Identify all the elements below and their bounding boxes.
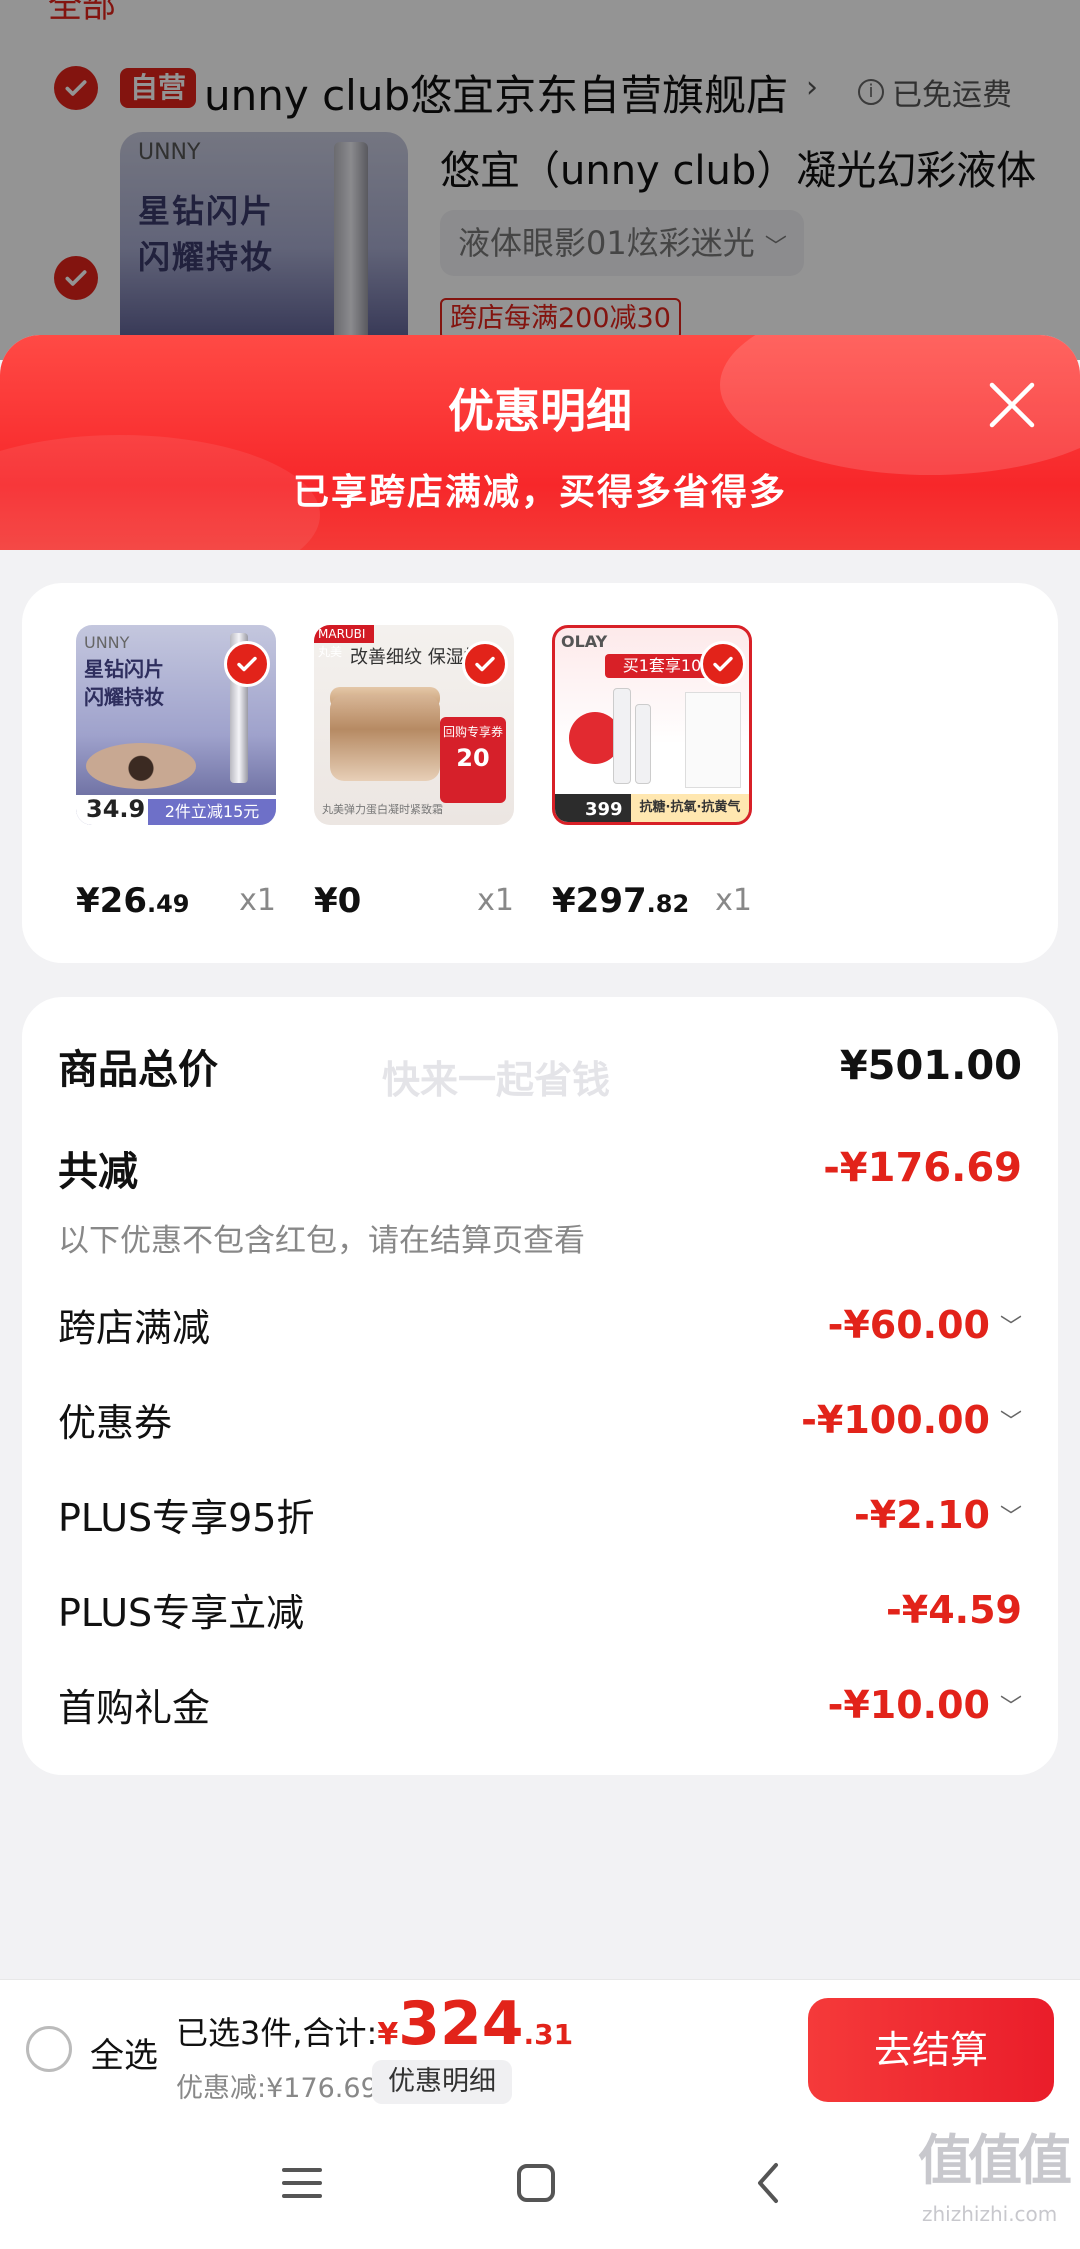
discount-detail-button[interactable]: 优惠明细 <box>372 2060 512 2104</box>
total-price-value: ¥501.00 <box>839 1043 1022 1089</box>
discount-amount: -¥4.59 <box>886 1587 1022 1632</box>
item-quantity: x1 <box>477 883 514 918</box>
image-brand: UNNY <box>84 633 130 652</box>
price-integer: ¥297 <box>552 881 647 921</box>
menu-icon[interactable] <box>272 2153 332 2213</box>
image-price: 34.9 <box>86 795 146 823</box>
price-decimal: .82 <box>646 890 690 918</box>
box-graphic <box>685 692 741 788</box>
watermark-logo-text: 值值值 <box>918 2129 1072 2192</box>
product-item[interactable]: MARUBI 丸美 改善细纹 保湿抗 回购专享券 20 丸美弹力蛋白凝时紧致霜 ¥… <box>314 625 514 925</box>
sheet-subtitle: 已享跨店满减，买得多省得多 <box>292 472 787 513</box>
total-price-label: 商品总价 <box>58 1047 218 1093</box>
order-total: 已选3件,合计: ¥ 324 .31 <box>176 1994 573 2054</box>
item-selected-badge <box>462 641 508 687</box>
image-brand: MARUBI 丸美 <box>314 625 374 659</box>
sheet-header: 优惠明细 已享跨店满减，买得多省得多 <box>0 335 1080 550</box>
item-quantity: x1 <box>715 883 752 918</box>
discount-value: -¥2.10 ﹀ <box>854 1493 1022 1537</box>
discount-row-coupon[interactable]: 优惠券 -¥100.00 ﹀ <box>58 1392 1022 1447</box>
selected-products-card: UNNY 星钻闪片 闪耀持妆 34.9 2件立减15元 ¥26.49 x1 MA… <box>22 583 1058 963</box>
watermark-logo: 值值值 zhizhizhi.com <box>908 2090 1072 2249</box>
jar-graphic <box>330 695 440 781</box>
total-price-row: 商品总价 ¥501.00 <box>58 1037 1022 1095</box>
item-selected-badge <box>224 641 270 687</box>
chevron-down-icon[interactable]: ﹀ <box>1000 1499 1022 1531</box>
total-reduction-label: 共减 <box>58 1149 138 1195</box>
discount-row-plus-instant: PLUS专享立减 -¥4.59 <box>58 1582 1022 1637</box>
discount-value: -¥60.00 ﹀ <box>828 1303 1022 1347</box>
check-icon <box>713 656 733 672</box>
discount-label: 首购礼金 <box>58 1686 211 1730</box>
discount-label: 跨店满减 <box>58 1306 211 1350</box>
discount-label: PLUS专享立减 <box>58 1591 305 1635</box>
discount-amount: -¥100.00 <box>801 1397 990 1442</box>
price-integer: ¥26 <box>76 881 147 921</box>
image-footer: 丸美弹力蛋白凝时紧致霜 <box>322 803 443 816</box>
chevron-down-icon[interactable]: ﹀ <box>1000 1689 1022 1721</box>
coupon-graphic: 回购专享券 20 <box>440 717 506 803</box>
item-price: ¥297.82 <box>552 881 689 921</box>
discount-value: -¥10.00 ﹀ <box>828 1683 1022 1727</box>
image-text: 闪耀持妆 <box>84 685 164 709</box>
item-quantity: x1 <box>239 883 276 918</box>
total-integer: 324 <box>398 1989 524 2059</box>
product-item[interactable]: OLAY 买1套享10件 399 抗糖·抗氧·抗黄气 ¥297.82 x1 <box>552 625 752 925</box>
total-reduction-row: 共减 -¥176.69 <box>58 1139 1022 1197</box>
image-brand: OLAY <box>561 632 608 651</box>
discount-value: -¥4.59 <box>886 1588 1022 1632</box>
item-selected-badge <box>700 641 746 687</box>
product-item[interactable]: UNNY 星钻闪片 闪耀持妆 34.9 2件立减15元 ¥26.49 x1 <box>76 625 276 925</box>
bottle-graphic <box>613 688 631 784</box>
coupon-amount: 20 <box>456 744 490 772</box>
discount-amount: -¥10.00 <box>827 1682 990 1727</box>
selected-count-text: 已选3件,合计: <box>176 2014 378 2052</box>
item-price: ¥0 <box>314 881 361 921</box>
select-all-label[interactable]: 全选 <box>90 2028 158 2077</box>
discount-value: -¥100.00 ﹀ <box>801 1398 1022 1442</box>
home-square-icon[interactable] <box>506 2153 566 2213</box>
total-currency: ¥ <box>377 2017 399 2052</box>
check-icon <box>237 656 257 672</box>
cart-background: 全部 自营 unny club悠宜京东自营旗舰店 › i 已免运费 UNNY 星… <box>0 0 1080 360</box>
discount-detail-sheet: 优惠明细 已享跨店满减，买得多省得多 UNNY 星钻闪片 闪耀持妆 34.9 2… <box>0 335 1080 1979</box>
total-decimal: .31 <box>523 2018 574 2051</box>
modal-overlay[interactable] <box>0 0 1080 360</box>
sheet-title: 优惠明细 <box>448 384 632 438</box>
checkout-button[interactable]: 去结算 <box>808 1998 1054 2102</box>
back-chevron-icon[interactable] <box>740 2153 800 2213</box>
watermark-domain: zhizhizhi.com <box>922 2202 1058 2226</box>
image-sale: 2件立减15元 <box>148 799 276 825</box>
price-integer: ¥0 <box>314 881 362 921</box>
check-icon <box>475 656 495 672</box>
discount-label: 优惠券 <box>58 1401 173 1445</box>
discount-amount: -¥2.10 <box>854 1492 990 1537</box>
image-effects: 抗糖·抗氧·抗黄气 <box>631 794 749 822</box>
select-all-radio[interactable] <box>26 2026 72 2072</box>
discount-row-plus-95[interactable]: PLUS专享95折 -¥2.10 ﹀ <box>58 1487 1022 1542</box>
item-price: ¥26.49 <box>76 881 190 921</box>
discount-summary: 优惠减:¥176.69 <box>176 2073 378 2104</box>
chevron-down-icon[interactable]: ﹀ <box>1000 1404 1022 1436</box>
reduction-note: 以下优惠不包含红包，请在结算页查看 <box>58 1223 585 1259</box>
discount-row-cross-store[interactable]: 跨店满减 -¥60.00 ﹀ <box>58 1297 1022 1352</box>
image-price: 399 <box>585 799 623 820</box>
total-reduction-value: -¥176.69 <box>823 1145 1022 1191</box>
discount-amount: -¥60.00 <box>827 1302 990 1347</box>
bottle-graphic <box>635 704 651 784</box>
price-decimal: .49 <box>146 890 190 918</box>
chevron-down-icon[interactable]: ﹀ <box>1000 1309 1022 1341</box>
coupon-label: 回购专享券 <box>442 725 503 739</box>
discount-label: PLUS专享95折 <box>58 1496 315 1540</box>
image-text: 星钻闪片 <box>84 657 164 681</box>
eye-graphic <box>86 743 196 789</box>
close-icon[interactable] <box>984 377 1040 433</box>
discount-row-first-purchase[interactable]: 首购礼金 -¥10.00 ﹀ <box>58 1677 1022 1732</box>
discount-breakdown-card: 快来一起省钱 商品总价 ¥501.00 共减 -¥176.69 以下优惠不包含红… <box>22 997 1058 1775</box>
